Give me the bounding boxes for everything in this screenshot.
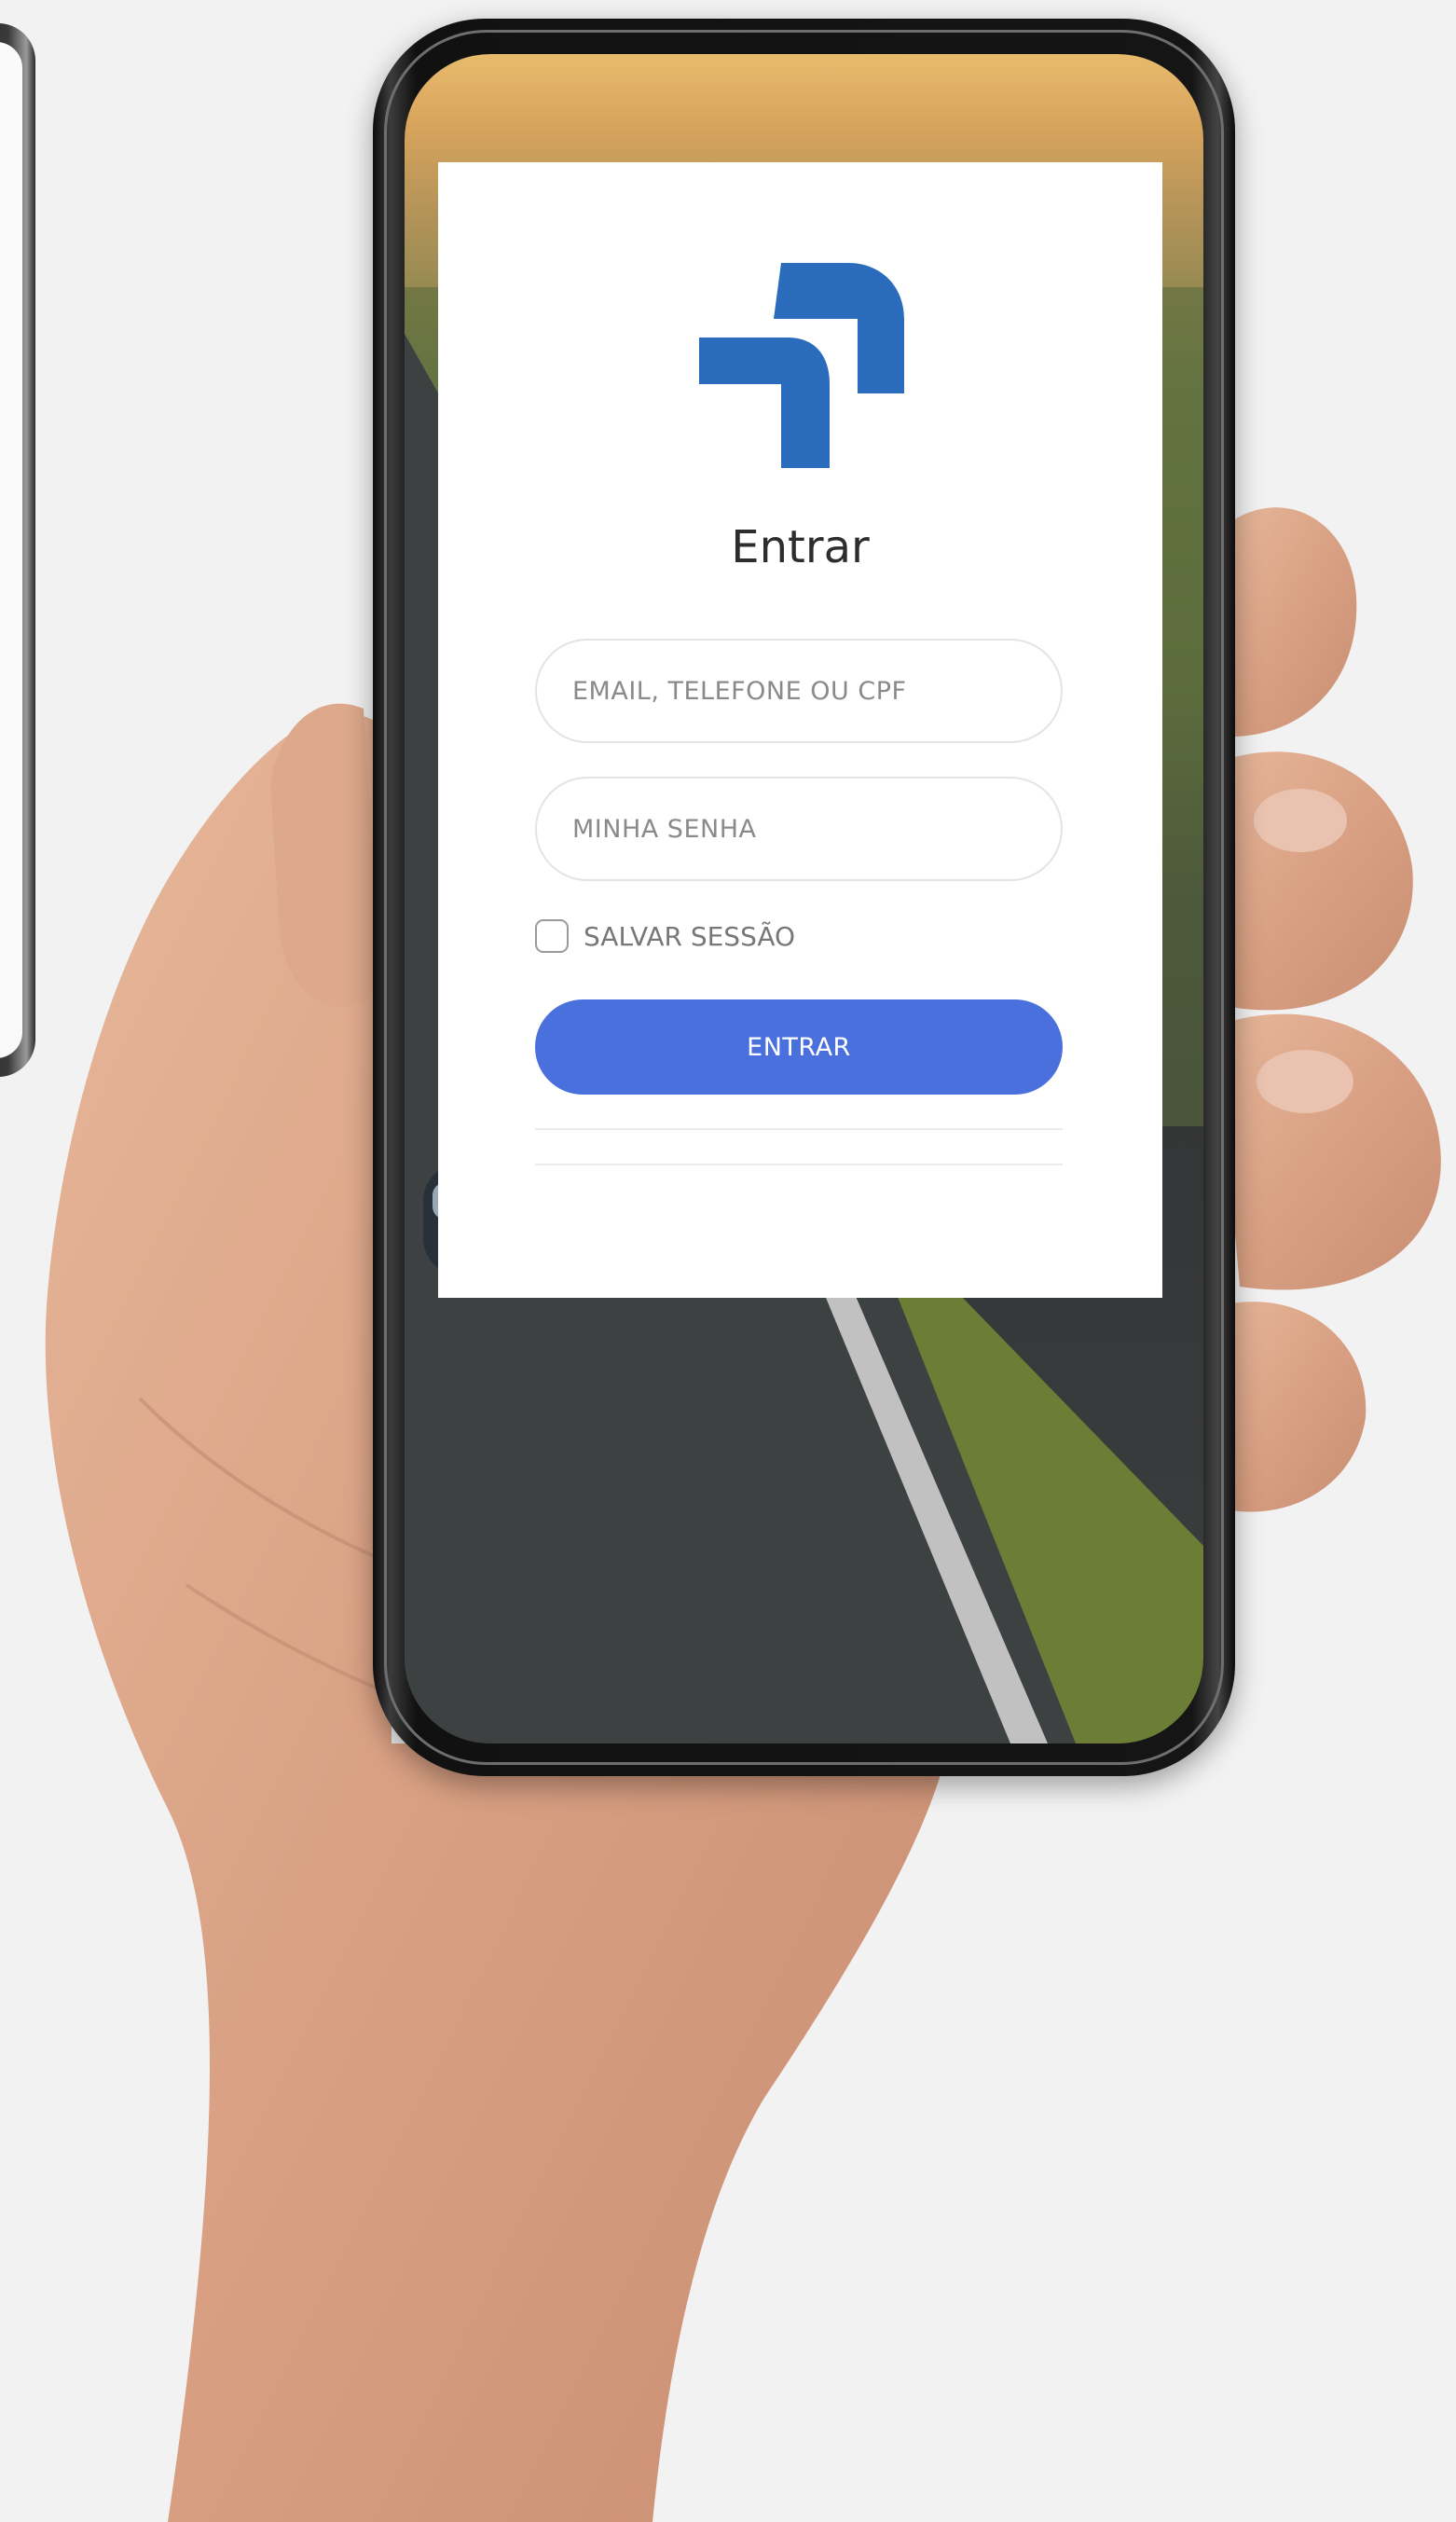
brand-logo-icon xyxy=(699,263,904,468)
password-input[interactable]: MINHA SENHA xyxy=(535,777,1063,881)
remember-session-row[interactable]: SALVAR SESSÃO xyxy=(535,919,795,953)
login-card: Entrar EMAIL, TELEFONE OU CPF MINHA SENH… xyxy=(438,162,1162,1298)
password-placeholder: MINHA SENHA xyxy=(572,814,757,844)
remember-session-checkbox[interactable] xyxy=(535,919,569,953)
page-title: Entrar xyxy=(731,521,870,573)
remember-session-label: SALVAR SESSÃO xyxy=(584,920,796,952)
photo-scene: Entrar EMAIL, TELEFONE OU CPF MINHA SENH… xyxy=(0,0,1456,2522)
submit-button[interactable]: ENTRAR xyxy=(535,999,1063,1095)
email-placeholder: EMAIL, TELEFONE OU CPF xyxy=(572,676,907,706)
submit-button-label: ENTRAR xyxy=(747,1032,851,1062)
email-input[interactable]: EMAIL, TELEFONE OU CPF xyxy=(535,639,1063,743)
divider xyxy=(535,1164,1063,1165)
divider xyxy=(535,1128,1063,1130)
